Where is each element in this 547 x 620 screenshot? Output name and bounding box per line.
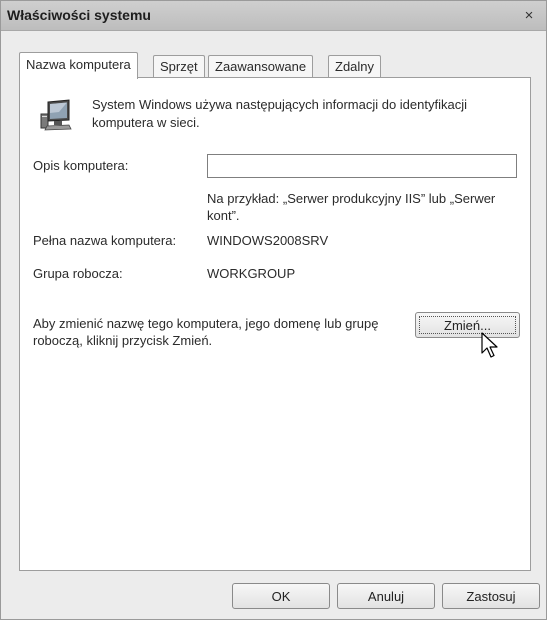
workgroup-value: WORKGROUP — [207, 266, 296, 281]
apply-button[interactable]: Zastosuj — [442, 583, 540, 609]
rename-instructions: Aby zmienić nazwę tego komputera, jego d… — [33, 316, 379, 348]
dialog-title: Właściwości systemu — [7, 7, 151, 23]
info-text: System Windows używa następujących infor… — [92, 97, 467, 130]
example-text: Na przykład: „Serwer produkcyjny IIS” lu… — [207, 191, 496, 223]
tab-hardware[interactable]: Sprzęt — [153, 55, 205, 78]
mouse-cursor-icon — [481, 332, 498, 358]
full-name-label: Pełna nazwa komputera: — [33, 233, 177, 248]
full-name-value: WINDOWS2008SRV — [207, 233, 329, 248]
tab-computer-name[interactable]: Nazwa komputera — [19, 52, 138, 79]
computer-icon — [40, 99, 72, 131]
tab-panel-computer-name: System Windows używa następujących infor… — [19, 77, 531, 571]
tab-remote[interactable]: Zdalny — [328, 55, 382, 78]
cancel-button[interactable]: Anuluj — [337, 583, 435, 609]
tab-strip: Nazwa komputera Sprzęt Zaawansowane Zdal… — [19, 52, 539, 79]
workgroup-label: Grupa robocza: — [33, 266, 123, 281]
description-input[interactable] — [207, 154, 517, 178]
system-properties-dialog: Właściwości systemu × Nazwa komputera Sp… — [0, 0, 547, 620]
close-button[interactable]: × — [518, 6, 540, 26]
tab-advanced[interactable]: Zaawansowane — [208, 55, 314, 78]
ok-button[interactable]: OK — [232, 583, 330, 609]
description-label: Opis komputera: — [33, 158, 129, 173]
title-bar[interactable]: Właściwości systemu × — [1, 1, 546, 31]
change-button[interactable]: Zmień... — [415, 312, 520, 338]
